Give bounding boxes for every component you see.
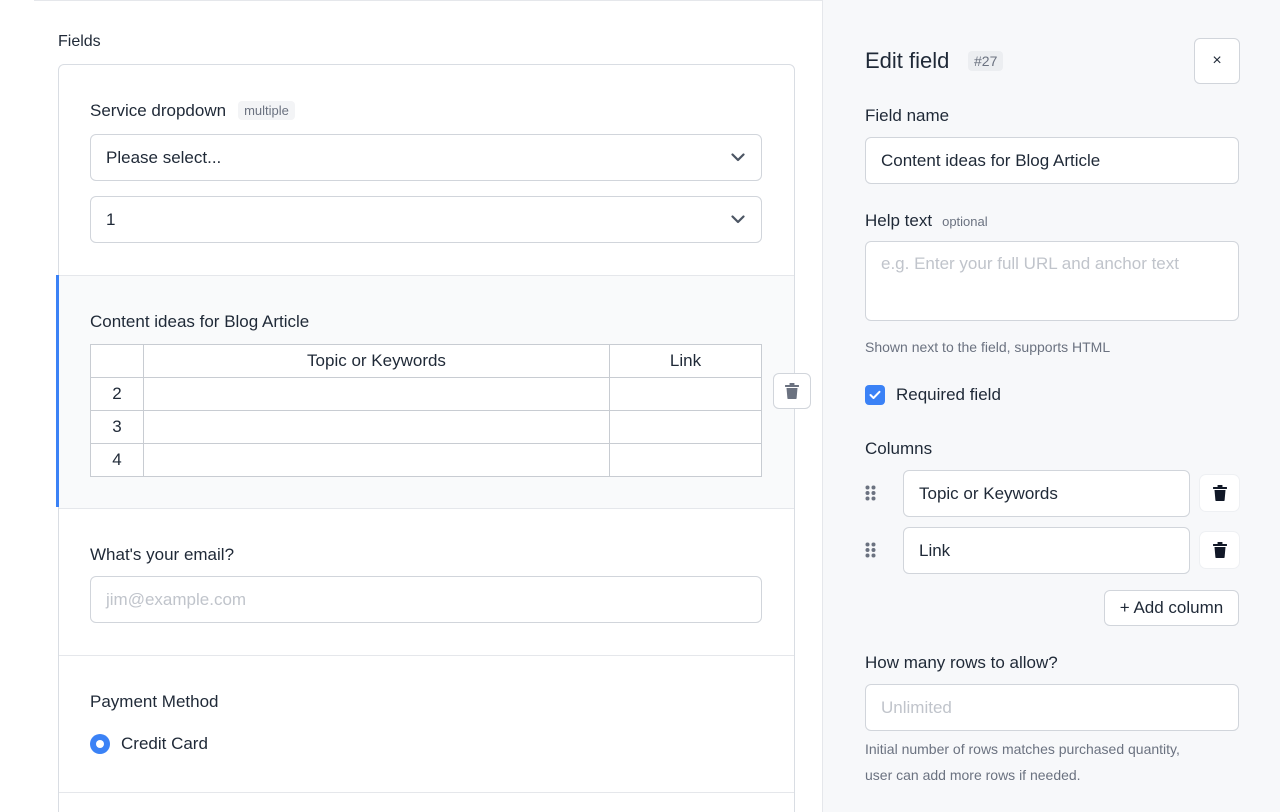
chevron-down-icon [730,150,746,166]
table-header-index [90,344,144,378]
table-cell-topic[interactable] [143,377,610,411]
service-select-1[interactable]: Please select... [90,134,762,181]
rows-hint-line-2: user can add more rows if needed. [865,767,1081,783]
table-cell-link[interactable] [609,377,762,411]
field-name-input[interactable]: Content ideas for Blog Article [865,137,1239,184]
delete-field-button[interactable] [773,373,811,409]
column-name-input[interactable]: Link [903,527,1190,574]
row-number: 4 [90,443,144,477]
table-header-row: Topic or Keywords Link [90,344,762,378]
help-text-input[interactable]: e.g. Enter your full URL and anchor text [865,241,1239,321]
add-column-button[interactable]: + Add column [1104,590,1239,626]
table-cell-topic[interactable] [143,443,610,477]
service-select-1-value: Please select... [106,147,222,167]
row-number: 2 [90,377,144,411]
columns-label: Columns [865,439,933,458]
row-number: 3 [90,410,144,444]
fields-panel: Fields Service dropdown multiple Please s… [0,0,822,812]
service-dropdown-label: Service dropdown [90,101,227,120]
table-row: 4 [90,443,762,477]
content-ideas-table: Topic or Keywords Link 2 3 4 [90,344,762,477]
fields-title: Fields [58,33,101,50]
chevron-down-icon [730,212,746,228]
field-id-badge: #27 [968,51,1004,71]
table-cell-topic[interactable] [143,410,610,444]
email-input[interactable]: jim@example.com [90,576,762,623]
help-text-label-row: Help text optional [865,211,988,231]
edit-field-title: Edit field [865,48,950,73]
table-cell-link[interactable] [609,443,762,477]
service-dropdown-label-row: Service dropdown multiple [90,101,295,121]
content-ideas-label: Content ideas for Blog Article [90,312,310,331]
delete-column-button[interactable] [1200,475,1239,511]
rows-allowed-input[interactable]: Unlimited [865,684,1239,731]
email-label: What's your email? [90,545,235,564]
check-icon [865,385,885,405]
trash-icon [1212,485,1227,501]
table-row: 3 [90,410,762,444]
selected-field-indicator [56,275,59,507]
credit-card-label: Credit Card [121,734,208,753]
table-cell-link[interactable] [609,410,762,444]
fields-card: Service dropdown multiple Please select..… [58,64,795,812]
required-field-label: Required field [896,385,1001,404]
payment-method-label: Payment Method [90,692,219,711]
field-name-label: Field name [865,106,950,125]
optional-tag: optional [942,214,988,229]
delete-column-button[interactable] [1200,532,1239,568]
multiple-tag: multiple [238,101,295,120]
credit-card-radio[interactable]: Credit Card [90,734,208,754]
radio-selected-icon [90,734,110,754]
table-row: 2 [90,377,762,411]
field-content-ideas[interactable]: Content ideas for Blog Article Topic or … [59,276,794,509]
service-select-2-value: 1 [106,209,116,229]
table-header-link: Link [609,344,762,378]
drag-handle-icon[interactable] [865,485,877,501]
field-email[interactable]: What's your email? jim@example.com [59,509,794,656]
required-field-checkbox[interactable]: Required field [865,385,1001,405]
table-header-topic: Topic or Keywords [143,344,610,378]
trash-icon [785,383,799,399]
help-text-label: Help text [865,211,933,230]
rows-allowed-label: How many rows to allow? [865,653,1058,672]
column-row: Topic or Keywords [865,470,1239,517]
drag-handle-icon[interactable] [865,542,877,558]
close-button[interactable]: × [1194,38,1240,84]
close-icon: × [1212,52,1222,69]
field-payment-method[interactable]: Payment Method Credit Card [59,656,794,793]
edit-field-panel: Edit field #27 × Field name Content idea… [822,0,1280,812]
rows-hint-line-1: Initial number of rows matches purchased… [865,741,1180,757]
trash-icon [1212,542,1227,558]
column-name-input[interactable]: Topic or Keywords [903,470,1190,517]
column-row: Link [865,527,1239,574]
help-text-hint: Shown next to the field, supports HTML [865,339,1111,355]
top-divider [34,0,822,1]
service-select-2[interactable]: 1 [90,196,762,243]
field-service-dropdown[interactable]: Service dropdown multiple Please select..… [59,65,794,276]
